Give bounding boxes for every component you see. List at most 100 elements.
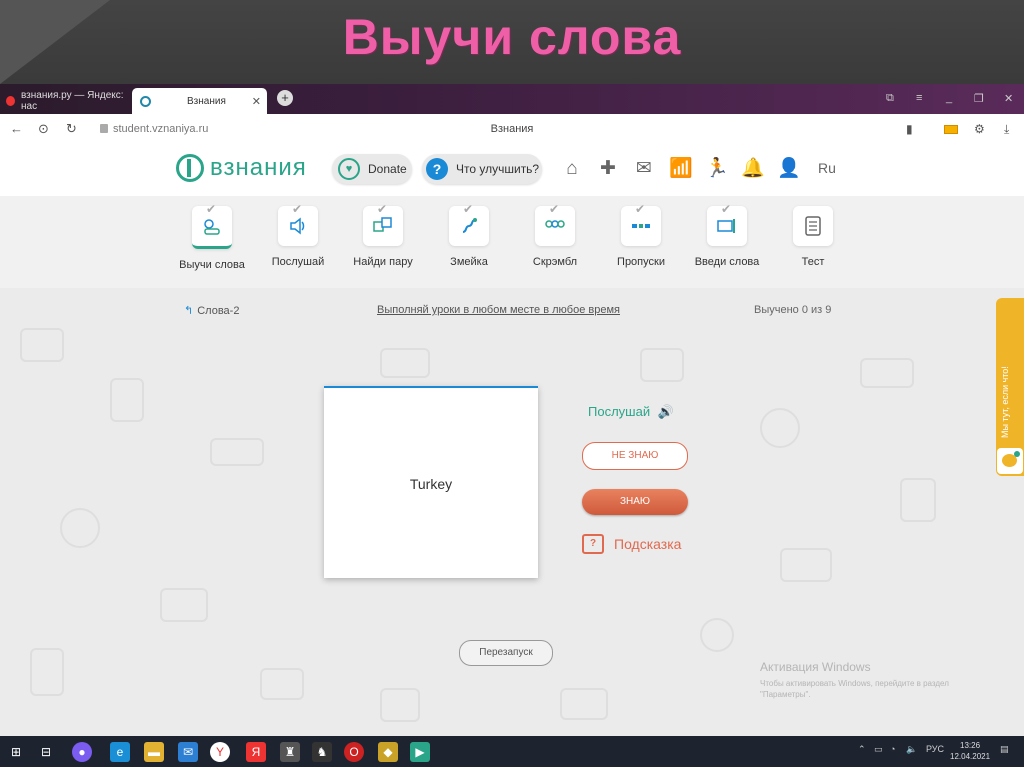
app-icon[interactable]: ◆ (378, 742, 398, 762)
background-doodle (20, 328, 64, 362)
gaps-icon: ✔ (621, 202, 661, 246)
promo-link[interactable]: Выполняй уроки в любом месте в любое вре… (377, 304, 620, 316)
extensions-icon[interactable]: ⚙ (974, 122, 985, 136)
improve-button[interactable]: ? Что улучшить? (422, 154, 542, 184)
dont-know-button[interactable]: НЕ ЗНАЮ (582, 442, 688, 470)
snake-icon: ✔ (449, 202, 489, 246)
background-doodle (860, 358, 914, 388)
slide-header: Выучи слова (0, 0, 1024, 84)
edge-icon[interactable]: e (110, 742, 130, 762)
hint-button[interactable]: ? Подсказка (582, 534, 681, 554)
windows-activation-title: Активация Windows (760, 660, 871, 674)
alice-icon[interactable]: ● (72, 742, 92, 762)
background-doodle (780, 548, 832, 582)
minimize-icon[interactable]: _ (946, 92, 952, 104)
activity-learn-words[interactable]: ✔ Выучи слова (169, 202, 255, 271)
activity-type-words[interactable]: ✔ Введи слова (684, 202, 770, 268)
browser-screenshot: взнания.ру — Яндекс: нас Взнания ✕ + ⧉ ≡… (0, 84, 1024, 767)
logo[interactable]: взнания (176, 154, 307, 182)
check-icon: ✔ (291, 202, 302, 216)
background-doodle (900, 478, 936, 522)
question-icon: ? (426, 158, 448, 180)
runner-icon[interactable]: 🏃 (705, 158, 729, 180)
check-icon: ✔ (720, 202, 731, 216)
tray-arrow-icon[interactable]: ⌃ (858, 744, 866, 755)
game-icon[interactable]: ♜ (280, 742, 300, 762)
background-doodle (640, 348, 684, 382)
speaker-icon: ✔ (278, 202, 318, 246)
heart-icon: ♥ (338, 158, 360, 180)
tab-label: взнания.ру — Яндекс: нас (20, 90, 124, 112)
plus-icon[interactable]: ✚ (597, 158, 619, 180)
clock[interactable]: 13:26 12.04.2021 (950, 740, 990, 762)
tab-bar: взнания.ру — Яндекс: нас Взнания ✕ + ⧉ ≡… (0, 84, 1024, 114)
opera-icon[interactable]: O (344, 742, 364, 762)
task-view-icon[interactable]: ⊟ (36, 742, 56, 762)
background-doodle (110, 378, 144, 422)
home-icon[interactable]: ⌂ (561, 158, 583, 180)
activity-find-pair[interactable]: ✔ Найди пару (340, 202, 426, 268)
profile-icon[interactable]: 👤 (777, 158, 801, 180)
language-switch[interactable]: Ru (818, 160, 836, 176)
new-tab-button[interactable]: + (277, 90, 293, 106)
background-doodle (380, 348, 430, 378)
network-icon[interactable]: ◔ (890, 744, 895, 754)
background-doodle (380, 688, 420, 722)
site-header: взнания ♥ Donate ? Что улучшить? ⌂ ✚ ✉ 📶… (0, 144, 1024, 196)
test-icon (793, 206, 833, 246)
background-doodle (700, 618, 734, 652)
bookmarks-icon[interactable]: ⧉ (886, 92, 894, 105)
learn-words-icon: ✔ (192, 202, 232, 249)
background-doodle (210, 438, 264, 466)
menu-icon[interactable]: ≡ (916, 92, 922, 104)
explorer-icon[interactable]: ▬ (144, 742, 164, 762)
close-icon[interactable]: ✕ (252, 95, 261, 108)
close-window-icon[interactable]: ✕ (1004, 92, 1013, 105)
battery-icon (944, 125, 958, 134)
know-button[interactable]: ЗНАЮ (582, 489, 688, 515)
yandex-browser-icon[interactable]: Y (210, 742, 230, 762)
address-bar: ← ⊙ ↻ student.vznaniya.ru Взнания ▮ ⚙ ⤓ (0, 114, 1024, 145)
yandex-icon[interactable]: Я (246, 742, 266, 762)
activity-listen[interactable]: ✔ Послушай (255, 202, 341, 268)
language-indicator[interactable]: РУС (926, 744, 944, 754)
restore-icon[interactable]: ❐ (974, 92, 984, 105)
bell-icon[interactable]: 🔔 (741, 158, 765, 180)
background-doodle (60, 508, 100, 548)
activity-test[interactable]: Тест (770, 206, 856, 268)
download-icon[interactable]: ⤓ (1004, 122, 1009, 137)
hint-icon: ? (582, 534, 604, 554)
word-card[interactable]: Turkey (324, 386, 538, 578)
listen-button[interactable]: Послушай 🔊 (588, 404, 674, 420)
volume-icon[interactable]: 🔈 (906, 744, 917, 755)
stats-icon[interactable]: 📶 (669, 158, 693, 180)
check-icon: ✔ (634, 202, 645, 216)
restart-button[interactable]: Перезапуск (459, 640, 553, 666)
notifications-icon[interactable]: ▤ (1000, 744, 1009, 755)
tab-yandex[interactable]: взнания.ру — Яндекс: нас (0, 88, 130, 114)
activity-snake[interactable]: ✔ Змейка (426, 202, 512, 268)
activity-gaps[interactable]: ✔ Пропуски (598, 202, 684, 268)
bookmark-icon[interactable]: ▮ (906, 122, 913, 136)
learned-counter: Выучено 0 из 9 (754, 304, 832, 316)
yandex-favicon-icon (6, 96, 15, 106)
activity-bar: ✔ Выучи слова ✔ Послушай ✔ Найди пару ✔ … (0, 196, 1024, 288)
mail-icon[interactable]: ✉ (178, 742, 198, 762)
exercise-area: ↰ Слова-2 Выполняй уроки в любом месте в … (0, 288, 1024, 736)
chat-icon[interactable] (997, 448, 1023, 474)
windows-start-icon[interactable]: ⊞ (6, 742, 26, 762)
pair-icon: ✔ (363, 202, 403, 246)
logo-text: взнания (210, 154, 307, 181)
card-word: Turkey (409, 476, 453, 492)
battery-tray-icon[interactable]: ▭ (874, 744, 883, 755)
background-doodle (160, 588, 208, 622)
scramble-icon: ✔ (535, 202, 575, 246)
tab-vznaniya[interactable]: Взнания ✕ (132, 88, 267, 114)
media-player-icon[interactable]: ▶ (410, 742, 430, 762)
donate-button[interactable]: ♥ Donate (332, 154, 412, 184)
back-link[interactable]: ↰ Слова-2 (184, 304, 239, 317)
mail-icon[interactable]: ✉ (633, 158, 655, 180)
background-doodle (30, 648, 64, 696)
game-2-icon[interactable]: ♞ (312, 742, 332, 762)
activity-scramble[interactable]: ✔ Скрэмбл (512, 202, 598, 268)
